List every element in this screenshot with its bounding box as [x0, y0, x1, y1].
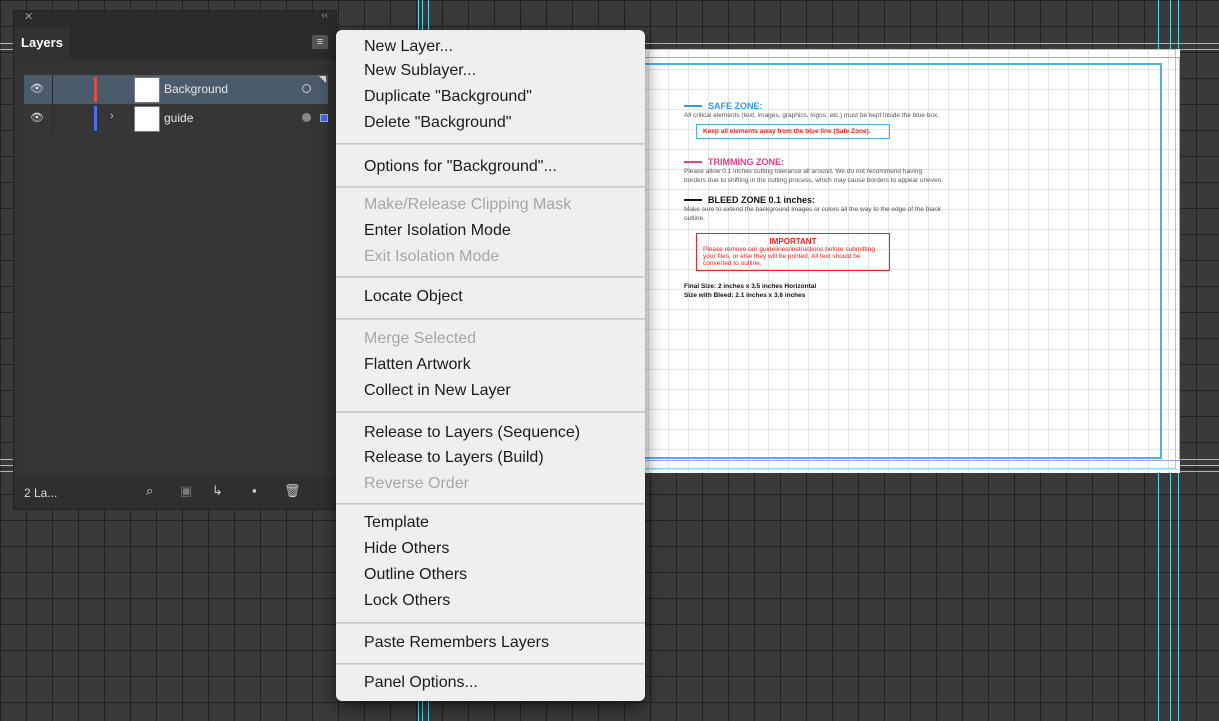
panel-menu-icon[interactable]: ≡ — [312, 35, 328, 49]
layer-name[interactable]: guide — [164, 111, 193, 125]
final-size-text: Final Size: 2 inches x 3.5 inches Horizo… — [684, 283, 817, 291]
target-circle-icon[interactable] — [302, 113, 311, 122]
menu-separator — [336, 276, 645, 278]
safe-zone-warning: Keep all elements away from the blue lin… — [696, 124, 890, 140]
menu-item-reverse-order: Reverse Order — [364, 475, 469, 492]
menu-item-release-sequence[interactable]: Release to Layers (Sequence) — [364, 424, 580, 442]
layer-list: 👁 Background 👁 › guide — [24, 73, 328, 473]
layer-thumbnail — [134, 77, 160, 103]
bleed-zone-heading: BLEED ZONE 0.1 inches: — [684, 195, 944, 205]
menu-separator — [336, 411, 645, 413]
safe-zone-dash — [684, 105, 702, 107]
menu-item-lock-others[interactable]: Lock Others — [364, 592, 450, 610]
panel-footer: 2 La... ⌕ ▣ ↳ ▪ 🗑 — [14, 477, 336, 509]
target-circle-icon[interactable] — [302, 84, 311, 93]
guideline-instructions: SAFE ZONE: All critical elements (text, … — [684, 101, 944, 300]
trimming-zone-body: Please allow 0.1 inches cutting toleranc… — [684, 168, 944, 184]
menu-item-clipping-mask: Make/Release Clipping Mask — [364, 196, 572, 213]
trimming-zone-heading: TRIMMING ZONE: — [684, 157, 944, 167]
collapse-icon[interactable]: ‹‹ — [321, 10, 328, 21]
layer-row-guide[interactable]: 👁 › guide — [24, 104, 328, 133]
menu-item-collect-new-layer[interactable]: Collect in New Layer — [364, 382, 511, 400]
bleed-size-text: Size with Bleed: 2.1 inches x 3.6 inches — [684, 291, 806, 299]
menu-item-exit-isolation: Exit Isolation Mode — [364, 248, 500, 265]
layers-panel-menu: New Layer... New Sublayer... Duplicate "… — [336, 30, 645, 701]
safe-zone-heading: SAFE ZONE: — [684, 101, 944, 111]
menu-item-new-sublayer[interactable]: New Sublayer... — [364, 62, 476, 80]
tab-layers[interactable]: Layers — [14, 27, 70, 59]
important-title: IMPORTANT — [769, 237, 817, 247]
menu-separator — [336, 663, 645, 665]
menu-item-options[interactable]: Options for "Background"... — [364, 158, 557, 176]
menu-separator — [336, 318, 645, 320]
current-layer-indicator — [319, 76, 326, 83]
menu-item-flatten-artwork[interactable]: Flatten Artwork — [364, 356, 471, 374]
menu-separator — [336, 143, 645, 145]
visibility-eye-icon[interactable]: 👁 — [30, 82, 44, 95]
bleed-zone-dash — [684, 199, 702, 202]
menu-item-enter-isolation[interactable]: Enter Isolation Mode — [364, 222, 511, 240]
layer-name[interactable]: Background — [164, 82, 228, 96]
divider — [52, 104, 53, 133]
layer-color-swatch — [94, 106, 97, 131]
safe-zone-body: All critical elements (text, images, gra… — [684, 112, 940, 119]
menu-item-release-build[interactable]: Release to Layers (Build) — [364, 449, 544, 467]
selection-square-icon[interactable] — [320, 114, 328, 122]
menu-item-duplicate[interactable]: Duplicate "Background" — [364, 88, 532, 106]
expand-arrow-icon[interactable]: › — [110, 110, 114, 122]
new-layer-icon[interactable]: ▪ — [252, 483, 257, 498]
menu-item-paste-remembers[interactable]: Paste Remembers Layers — [364, 634, 549, 652]
important-body: Please remove our guidelines/instruction… — [703, 246, 875, 268]
menu-item-hide-others[interactable]: Hide Others — [364, 540, 449, 558]
menu-item-template[interactable]: Template — [364, 514, 429, 532]
menu-item-locate-object[interactable]: Locate Object — [364, 288, 463, 306]
layers-panel: ✕ ‹‹ Layers ≡ 👁 Background 👁 › guide 2 L… — [13, 10, 337, 510]
panel-title-bar: ✕ ‹‹ — [14, 10, 336, 25]
trash-icon[interactable]: 🗑 — [284, 483, 301, 499]
close-icon[interactable]: ✕ — [24, 10, 33, 23]
layer-thumbnail — [134, 106, 160, 132]
panel-tab-row: Layers ≡ — [14, 25, 336, 59]
divider — [52, 75, 53, 104]
bleed-zone-body: Make sure to extend the background image… — [684, 206, 941, 222]
menu-item-delete[interactable]: Delete "Background" — [364, 114, 511, 132]
menu-separator — [336, 622, 645, 624]
visibility-eye-icon[interactable]: 👁 — [30, 111, 44, 124]
menu-item-merge-selected: Merge Selected — [364, 330, 477, 347]
important-box: IMPORTANT Please remove our guidelines/i… — [696, 233, 890, 272]
menu-item-new-layer[interactable]: New Layer... — [364, 38, 453, 56]
clip-mask-icon[interactable]: ▣ — [180, 483, 192, 499]
layer-color-swatch — [94, 77, 97, 102]
trimming-zone-dash — [684, 161, 702, 164]
menu-separator — [336, 186, 645, 188]
layer-count: 2 La... — [24, 486, 58, 500]
search-icon[interactable]: ⌕ — [146, 483, 153, 499]
artboard[interactable]: SAFE ZONE: All critical elements (text, … — [628, 49, 1180, 473]
trimming-zone-title: TRIMMING ZONE: — [708, 157, 784, 168]
new-sublayer-icon[interactable]: ↳ — [212, 483, 223, 499]
layer-row-background[interactable]: 👁 Background — [24, 75, 328, 104]
menu-item-panel-options[interactable]: Panel Options... — [364, 674, 478, 692]
menu-separator — [336, 503, 645, 505]
bleed-zone-title: BLEED ZONE 0.1 inches: — [708, 195, 816, 206]
safe-zone-title: SAFE ZONE: — [708, 101, 763, 111]
menu-item-outline-others[interactable]: Outline Others — [364, 566, 467, 584]
